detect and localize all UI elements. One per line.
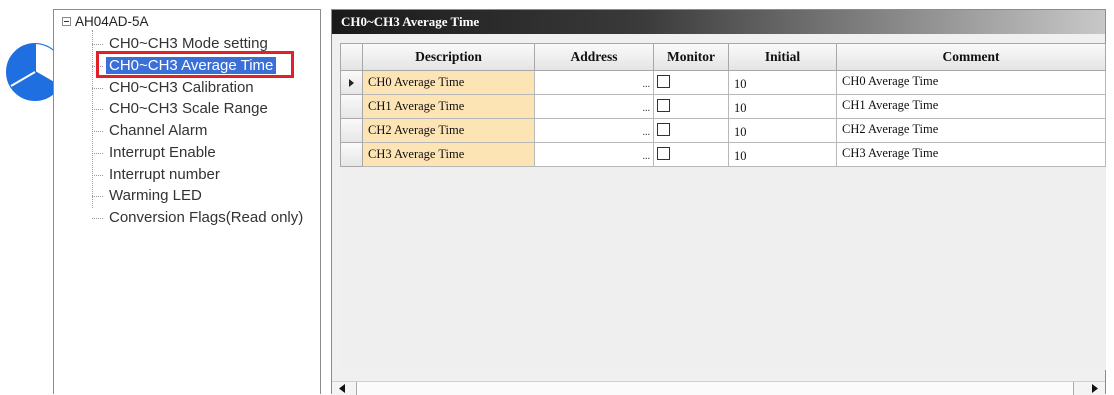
- address-browse-button[interactable]: ...: [631, 122, 653, 142]
- initial-cell[interactable]: 10: [729, 71, 837, 95]
- description-cell[interactable]: CH3 Average Time: [363, 143, 535, 167]
- initial-cell[interactable]: 10: [729, 143, 837, 167]
- address-cell[interactable]: ...: [535, 95, 654, 119]
- row-header[interactable]: [340, 143, 363, 167]
- description-cell[interactable]: CH0 Average Time: [363, 71, 535, 95]
- tree-item-scale-range[interactable]: CH0~CH3 Scale Range: [92, 99, 271, 119]
- tree-item-label: Interrupt number: [109, 166, 220, 183]
- column-header-description[interactable]: Description: [363, 43, 535, 71]
- tree-item-label: CH0~CH3 Scale Range: [109, 100, 268, 117]
- collapse-icon[interactable]: [62, 16, 71, 26]
- scroll-left-icon[interactable]: [334, 382, 351, 395]
- initial-cell[interactable]: 10: [729, 119, 837, 143]
- tree-item-warming-led[interactable]: Warming LED: [92, 186, 205, 206]
- scroll-right-icon[interactable]: [1086, 382, 1103, 395]
- column-header-monitor[interactable]: Monitor: [654, 43, 729, 71]
- address-cell[interactable]: ...: [535, 119, 654, 143]
- address-browse-button[interactable]: ...: [631, 98, 653, 118]
- monitor-cell: [654, 95, 729, 119]
- tree-item-label: Warming LED: [109, 187, 202, 204]
- address-browse-button[interactable]: ...: [631, 146, 653, 166]
- address-cell[interactable]: ...: [535, 71, 654, 95]
- description-cell[interactable]: CH1 Average Time: [363, 95, 535, 119]
- tree-item-conversion-flags[interactable]: Conversion Flags(Read only): [92, 208, 306, 228]
- initial-cell[interactable]: 10: [729, 95, 837, 119]
- column-header-address[interactable]: Address: [535, 43, 654, 71]
- column-header-comment[interactable]: Comment: [837, 43, 1106, 71]
- column-header-initial[interactable]: Initial: [729, 43, 837, 71]
- tree-item-interrupt-number[interactable]: Interrupt number: [92, 165, 223, 185]
- comment-cell[interactable]: CH3 Average Time: [837, 143, 1106, 167]
- monitor-cell: [654, 119, 729, 143]
- monitor-cell: [654, 71, 729, 95]
- tree-item-interrupt-enable[interactable]: Interrupt Enable: [92, 143, 219, 163]
- panel-title-bar: CH0~CH3 Average Time: [332, 10, 1105, 34]
- tree-item-channel-alarm[interactable]: Channel Alarm: [92, 121, 210, 141]
- parameter-grid: Description Address Monitor Initial Comm…: [340, 43, 1106, 370]
- address-browse-button[interactable]: ...: [631, 74, 653, 94]
- monitor-checkbox[interactable]: [657, 123, 670, 136]
- description-cell[interactable]: CH2 Average Time: [363, 119, 535, 143]
- comment-cell[interactable]: CH0 Average Time: [837, 71, 1106, 95]
- tree-item-calibration[interactable]: CH0~CH3 Calibration: [92, 78, 257, 98]
- row-header[interactable]: [340, 95, 363, 119]
- monitor-cell: [654, 143, 729, 167]
- tree-root[interactable]: AH04AD-5A: [62, 14, 149, 29]
- tree-item-label: Channel Alarm: [109, 122, 208, 139]
- tree-root-label: AH04AD-5A: [75, 14, 149, 29]
- comment-cell[interactable]: CH2 Average Time: [837, 119, 1106, 143]
- monitor-checkbox[interactable]: [657, 75, 670, 88]
- comment-cell[interactable]: CH1 Average Time: [837, 95, 1106, 119]
- current-row-indicator-icon: [349, 79, 354, 87]
- tree-item-label: CH0~CH3 Mode setting: [109, 35, 268, 52]
- tree-item-label: Conversion Flags(Read only): [109, 209, 304, 226]
- monitor-checkbox[interactable]: [657, 147, 670, 160]
- tree-item-label: Interrupt Enable: [109, 144, 216, 161]
- annotation-highlight-box: [96, 51, 294, 78]
- row-header[interactable]: [340, 71, 363, 95]
- scrollbar-thumb[interactable]: [356, 382, 1074, 395]
- panel-title: CH0~CH3 Average Time: [341, 14, 480, 29]
- monitor-checkbox[interactable]: [657, 99, 670, 112]
- address-cell[interactable]: ...: [535, 143, 654, 167]
- grid-corner-header: [340, 43, 363, 71]
- horizontal-scrollbar[interactable]: [332, 381, 1105, 395]
- tree-item-label: CH0~CH3 Calibration: [109, 79, 254, 96]
- row-header[interactable]: [340, 119, 363, 143]
- parameter-panel: CH0~CH3 Average Time Description Address…: [331, 9, 1106, 395]
